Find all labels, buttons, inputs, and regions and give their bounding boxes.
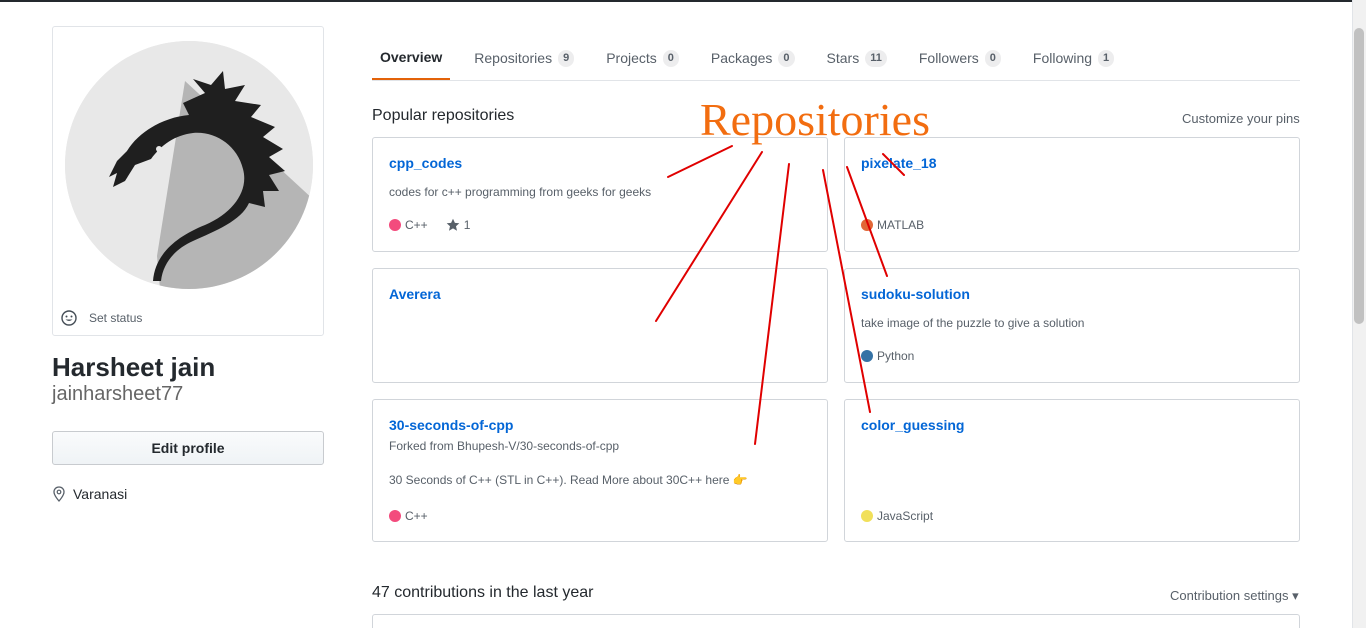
repo-name-link[interactable]: pixelate_18: [861, 155, 937, 171]
customize-pins-link[interactable]: Customize your pins: [1182, 111, 1300, 126]
popular-repos-heading: Popular repositories: [372, 107, 515, 124]
repo-language: JavaScript: [877, 509, 934, 523]
annotation-label: Repositories: [700, 94, 930, 145]
repo-forked-from: Forked from Bhupesh-V/30-seconds-of-cpp: [389, 439, 620, 453]
language-color-dot: [861, 219, 873, 231]
repo-name-link[interactable]: sudoku-solution: [861, 286, 970, 302]
star-icon: [446, 218, 459, 231]
tab-label: Followers: [918, 50, 979, 66]
profile-tabs: Overview Repositories 9 Projects 0 Packa…: [372, 36, 1300, 81]
profile-location: Varanasi: [52, 486, 127, 502]
repo-description: take image of the puzzle to give a solut…: [861, 316, 1085, 330]
repo-language: Python: [877, 349, 915, 363]
repo-card: sudoku-solution take image of the puzzle…: [844, 268, 1300, 383]
tab-stars[interactable]: Stars 11: [819, 36, 895, 80]
language-color-dot: [861, 350, 873, 362]
repo-meta: MATLAB: [861, 218, 924, 232]
contribution-graph: [372, 614, 1300, 628]
top-border: [0, 0, 1366, 2]
smiley-icon: [61, 310, 77, 326]
repo-language: C++: [405, 509, 428, 523]
tab-label: Projects: [606, 50, 657, 66]
tab-counter: 1: [1098, 49, 1115, 67]
tab-counter: 0: [984, 49, 1001, 67]
repo-card: color_guessing JavaScript: [844, 399, 1300, 542]
location-pin-icon: [53, 486, 65, 502]
tab-label: Following: [1032, 50, 1093, 66]
language-color-dot: [861, 510, 873, 522]
repo-language: C++: [405, 218, 428, 232]
repo-card: 30-seconds-of-cpp Forked from Bhupesh-V/…: [372, 399, 828, 542]
repo-stars-link[interactable]: 1: [446, 218, 471, 232]
repo-name-link[interactable]: color_guessing: [861, 417, 964, 433]
tab-counter: 9: [558, 49, 575, 67]
tab-projects[interactable]: Projects 0: [598, 36, 687, 80]
repo-name-link[interactable]: cpp_codes: [389, 155, 462, 171]
set-status-button[interactable]: Set status: [61, 307, 142, 329]
tab-following[interactable]: Following 1: [1025, 36, 1122, 80]
repo-star-count: 1: [463, 218, 471, 232]
tab-label: Stars: [826, 50, 860, 66]
repo-name-link[interactable]: 30-seconds-of-cpp: [389, 417, 513, 433]
tab-packages[interactable]: Packages 0: [703, 36, 803, 80]
repo-meta: C++ 1: [389, 218, 470, 232]
repo-meta: JavaScript: [861, 509, 933, 523]
vertical-scrollbar[interactable]: [1352, 0, 1366, 628]
contributions-heading: 47 contributions in the last year: [372, 584, 594, 601]
tab-label: Packages: [710, 50, 773, 66]
location-label: Varanasi: [73, 486, 128, 502]
tab-label: Overview: [380, 49, 443, 65]
profile-full-name: Harsheet jain: [52, 352, 216, 382]
language-color-dot: [389, 219, 401, 231]
tab-label: Repositories: [474, 50, 553, 66]
tab-followers[interactable]: Followers 0: [911, 36, 1009, 80]
avatar-card: Set status: [52, 26, 324, 336]
tab-overview[interactable]: Overview: [372, 36, 451, 80]
repo-card: cpp_codes codes for c++ programming from…: [372, 137, 828, 252]
repo-name-link[interactable]: Averera: [389, 286, 441, 302]
edit-profile-button[interactable]: Edit profile: [52, 431, 324, 465]
repo-meta: C++: [389, 509, 428, 523]
repo-card: Averera: [372, 268, 828, 383]
repo-meta: Python: [861, 349, 914, 363]
repo-description: 30 Seconds of C++ (STL in C++). Read Mor…: [389, 473, 748, 487]
dragon-logo-icon: [65, 41, 313, 289]
avatar[interactable]: [65, 41, 313, 289]
scrollbar-thumb[interactable]: [1354, 28, 1364, 324]
repo-language: MATLAB: [877, 218, 925, 232]
tab-counter: 0: [662, 49, 679, 67]
language-color-dot: [389, 510, 401, 522]
set-status-label: Set status: [89, 311, 143, 325]
profile-username: jainharsheet77: [52, 383, 184, 405]
tab-counter: 0: [778, 49, 795, 67]
tab-counter: 11: [865, 49, 887, 67]
repo-description: codes for c++ programming from geeks for…: [389, 185, 652, 199]
contribution-settings-dropdown[interactable]: Contribution settings ▾: [1170, 588, 1299, 604]
repo-card: pixelate_18 MATLAB: [844, 137, 1300, 252]
tab-repositories[interactable]: Repositories 9: [466, 36, 582, 80]
